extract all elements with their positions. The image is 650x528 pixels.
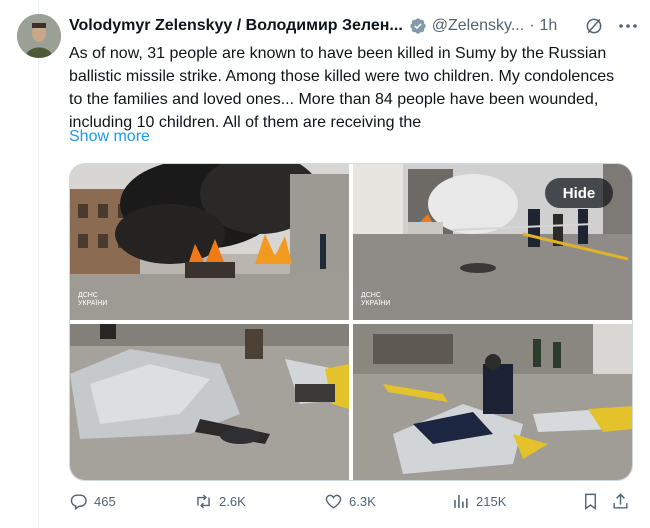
repost-icon — [197, 494, 210, 509]
reply-count: 465 — [94, 494, 116, 509]
more-icon[interactable] — [616, 14, 640, 38]
author-name[interactable]: Volodymyr Zelenskyy / Володимир Зелен... — [69, 17, 403, 35]
timestamp[interactable]: 1h — [540, 17, 558, 35]
share-button[interactable] — [611, 492, 636, 511]
hide-button[interactable]: Hide — [545, 178, 613, 208]
show-more-link[interactable]: Show more — [69, 128, 150, 146]
separator-dot: · — [529, 17, 535, 34]
bookmark-icon — [585, 493, 596, 511]
action-bar: 465 2.6K 6.3K 215K — [69, 492, 634, 516]
like-count: 6.3K — [349, 494, 376, 509]
reply-icon — [70, 494, 87, 510]
watermark: ДСНС УКРАЇНИ — [361, 292, 391, 307]
tweet-text: As of now, 31 people are known to have b… — [69, 45, 615, 131]
avatar[interactable] — [17, 14, 61, 58]
watermark: ДСНС УКРАЇНИ — [78, 292, 108, 307]
photo-4[interactable] — [353, 324, 632, 480]
photo-1[interactable]: ДСНС УКРАЇНИ — [70, 164, 349, 320]
author-handle[interactable]: @Zelensky... — [432, 17, 524, 35]
views-button[interactable]: 215K — [451, 492, 506, 511]
views-count: 215K — [476, 494, 507, 509]
bookmark-button[interactable] — [581, 492, 606, 511]
reply-button[interactable]: 465 — [69, 492, 116, 511]
like-icon — [325, 494, 342, 509]
share-icon — [613, 493, 628, 509]
thread-divider — [38, 0, 39, 528]
media-grid[interactable]: ДСНС УКРАЇНИ ДСНС УКРАЇНИ — [69, 163, 633, 481]
photo-3[interactable] — [70, 324, 349, 480]
tweet-header: Volodymyr Zelenskyy / Володимир Зелен...… — [69, 15, 557, 37]
repost-count: 2.6K — [219, 494, 246, 509]
verified-badge-icon — [410, 18, 426, 34]
views-icon — [454, 495, 468, 508]
like-button[interactable]: 6.3K — [324, 492, 376, 511]
tweet-card[interactable]: Volodymyr Zelenskyy / Володимир Зелен...… — [0, 0, 650, 528]
grok-icon[interactable] — [584, 16, 604, 36]
repost-button[interactable]: 2.6K — [194, 492, 246, 511]
